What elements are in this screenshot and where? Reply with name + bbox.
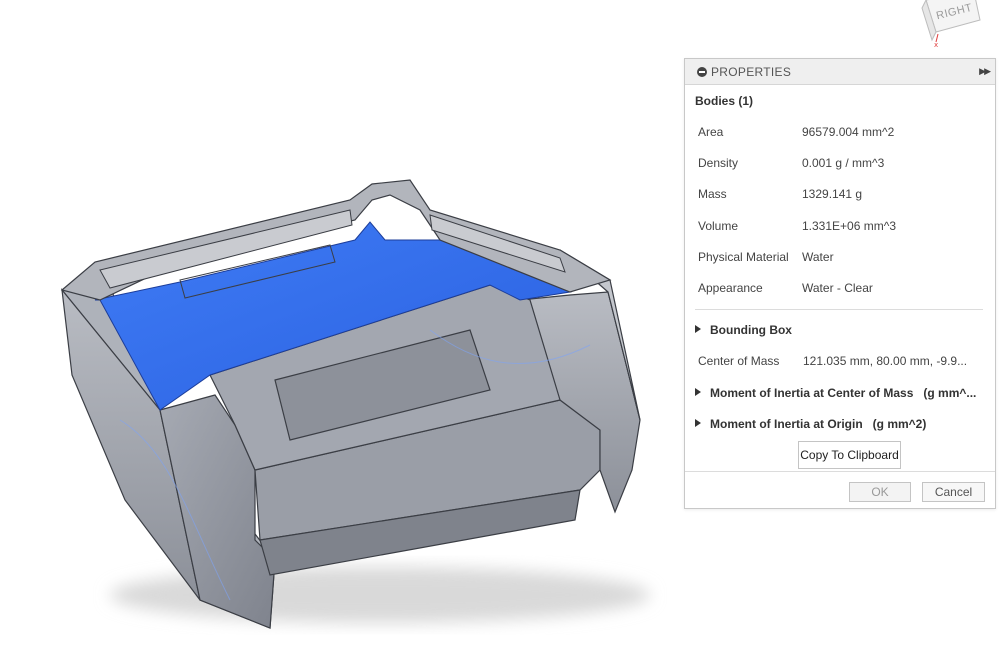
expander-label: Bounding Box — [710, 323, 792, 337]
prop-key: Appearance — [698, 281, 763, 295]
prop-value: Water — [802, 250, 834, 264]
prop-value: 1.331E+06 mm^3 — [802, 219, 897, 233]
prop-row-appearance: Appearance Water - Clear — [698, 281, 988, 299]
footer-divider — [685, 471, 995, 472]
panel-header: PROPERTIES ▶▶ — [685, 59, 995, 85]
prop-row-center-of-mass: Center of Mass 121.035 mm, 80.00 mm, -9.… — [698, 354, 988, 372]
collapse-icon[interactable] — [697, 66, 707, 77]
prop-value: 96579.004 mm^2 — [802, 125, 895, 139]
properties-panel: PROPERTIES ▶▶ Bodies (1) Area 96579.004 … — [684, 58, 996, 509]
prop-row-volume: Volume 1.331E+06 mm^3 — [698, 219, 988, 237]
svg-text:x: x — [934, 41, 938, 49]
expand-triangle-icon — [695, 419, 701, 427]
expander-moment-center[interactable]: Moment of Inertia at Center of Mass (g m… — [695, 386, 976, 402]
panel-title: PROPERTIES — [711, 64, 792, 79]
expander-label: Moment of Inertia at Center of Mass (g m… — [710, 386, 977, 400]
expander-bounding-box[interactable]: Bounding Box — [695, 323, 792, 339]
prop-row-mass: Mass 1329.141 g — [698, 187, 988, 205]
prop-row-density: Density 0.001 g / mm^3 — [698, 156, 988, 174]
expand-icon[interactable]: ▶▶ — [979, 66, 991, 77]
prop-value: 0.001 g / mm^3 — [802, 156, 885, 170]
prop-row-area: Area 96579.004 mm^2 — [698, 125, 988, 143]
divider — [695, 309, 983, 310]
prop-key: Center of Mass — [698, 354, 780, 368]
prop-value: 1329.141 g — [802, 187, 863, 201]
viewcube[interactable]: x RIGHT — [918, 0, 988, 52]
prop-key: Mass — [698, 187, 727, 201]
ok-button[interactable]: OK — [849, 482, 911, 502]
bodies-header: Bodies (1) — [695, 94, 754, 108]
copy-to-clipboard-button[interactable]: Copy To Clipboard — [798, 441, 901, 469]
expander-label: Moment of Inertia at Origin (g mm^2) — [710, 417, 927, 431]
cancel-button[interactable]: Cancel — [922, 482, 985, 502]
prop-row-physical-material: Physical Material Water — [698, 250, 988, 268]
prop-key: Volume — [698, 219, 739, 233]
expand-triangle-icon — [695, 325, 701, 333]
prop-key: Density — [698, 156, 739, 170]
prop-value: Water - Clear — [802, 281, 873, 295]
prop-key: Area — [698, 125, 724, 139]
expander-moment-origin[interactable]: Moment of Inertia at Origin (g mm^2) — [695, 417, 926, 433]
prop-value: 121.035 mm, 80.00 mm, -9.9... — [803, 354, 968, 368]
expand-triangle-icon — [695, 388, 701, 396]
prop-key: Physical Material — [698, 250, 789, 264]
